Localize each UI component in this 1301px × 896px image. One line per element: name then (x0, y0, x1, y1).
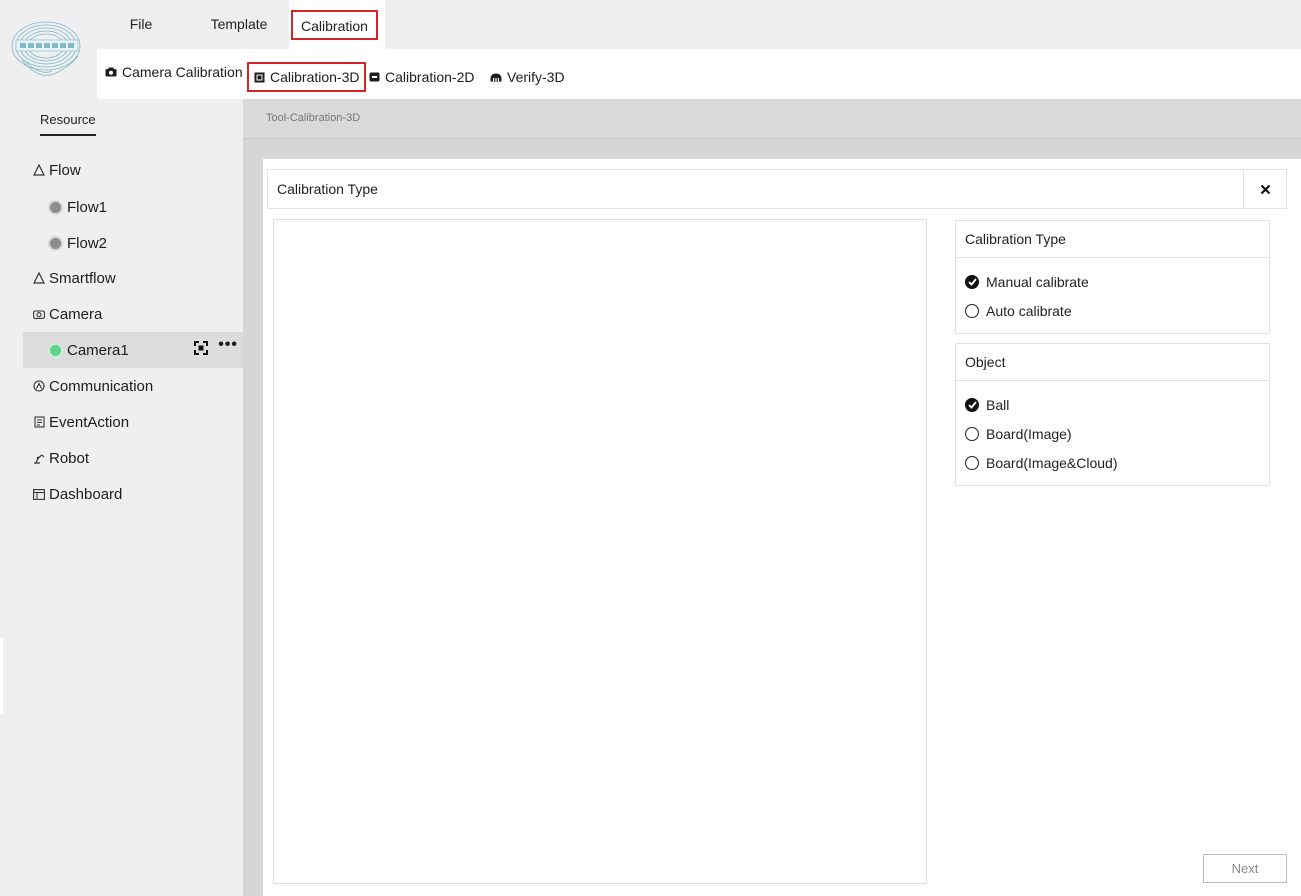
calibration-type-group: Calibration Type Manual calibrate Auto c… (955, 220, 1270, 334)
group-title: Object (956, 344, 1269, 381)
option-board-image-cloud[interactable]: Board(Image&Cloud) (965, 455, 1118, 471)
calibration-panel: Calibration Type Calibration Type Manual… (263, 159, 1301, 896)
close-button[interactable] (1243, 170, 1286, 208)
option-auto-calibrate[interactable]: Auto calibrate (965, 303, 1072, 319)
smartflow-icon (32, 271, 46, 285)
sidebar-edge (0, 639, 3, 713)
sidebar-item-label: Smartflow (49, 269, 116, 287)
sidebar-item-flow2[interactable]: Flow2 (0, 225, 243, 261)
panel-header: Calibration Type (267, 169, 1287, 209)
option-manual-calibrate[interactable]: Manual calibrate (965, 274, 1089, 290)
option-label: Board(Image) (986, 426, 1072, 442)
sidebar-item-label: Robot (49, 449, 90, 467)
status-dot (50, 344, 61, 356)
calibration-3d-button[interactable]: Calibration-3D (247, 62, 367, 92)
event-icon (32, 415, 46, 429)
sidebar: Resource Flow Flow1 Flow2 Smartflow Came… (0, 99, 243, 896)
menu-calibration[interactable]: Calibration (291, 10, 378, 40)
verify-3d-button[interactable]: Verify-3D (490, 52, 565, 102)
main-area: Tool-Calibration-3D Calibration Type Cal… (243, 99, 1301, 896)
radio-unchecked-icon[interactable] (965, 456, 979, 470)
sidebar-item-flow[interactable]: Flow (0, 152, 243, 188)
sidebar-item-eventaction[interactable]: EventAction (0, 404, 243, 440)
calibration-2d-button[interactable]: Calibration-2D (369, 52, 474, 102)
object-group: Object Ball Board(Image) Board(Image&Clo… (955, 343, 1270, 486)
group-title: Calibration Type (956, 221, 1269, 258)
toolbar: Camera Calibration Calibration-3D Calibr… (97, 49, 1301, 99)
radio-unchecked-icon[interactable] (965, 427, 979, 441)
status-dot (50, 201, 61, 213)
menu-template[interactable]: Template (204, 0, 274, 49)
dome-icon (490, 73, 502, 81)
breadcrumb-bar: Tool-Calibration-3D (243, 99, 1301, 139)
sidebar-item-label: Flow (49, 161, 81, 179)
menu-bar: File Template Calibration (0, 0, 1301, 49)
verify-3d-label: Verify-3D (507, 69, 565, 85)
option-ball[interactable]: Ball (965, 397, 1009, 413)
next-button[interactable]: Next (1203, 854, 1287, 883)
flow-icon (32, 163, 46, 177)
sidebar-item-label: Flow1 (67, 198, 108, 216)
sidebar-item-camera[interactable]: Camera (0, 296, 243, 332)
calendar-2d-icon (369, 72, 380, 82)
radio-checked-icon[interactable] (965, 275, 979, 289)
menu-file[interactable]: File (118, 0, 164, 49)
sidebar-item-flow1[interactable]: Flow1 (0, 189, 243, 225)
status-dot (50, 237, 61, 249)
sidebar-item-label: Flow2 (67, 234, 108, 252)
preview-area (273, 219, 927, 884)
option-label: Ball (986, 397, 1010, 413)
option-label: Auto calibrate (986, 303, 1072, 319)
sidebar-item-communication[interactable]: Communication (0, 368, 243, 404)
tab-resource[interactable]: Resource (40, 112, 96, 136)
sidebar-item-robot[interactable]: Robot (0, 440, 243, 476)
option-board-image[interactable]: Board(Image) (965, 426, 1072, 442)
sidebar-item-label: Camera1 (67, 341, 129, 359)
camera-calibration-button[interactable]: Camera Calibration (105, 47, 243, 97)
panel-title: Calibration Type (277, 181, 378, 197)
sidebar-item-camera1[interactable]: Camera1 ••• (23, 332, 243, 368)
scan-icon[interactable] (194, 341, 209, 355)
option-label: Board(Image&Cloud) (986, 455, 1118, 471)
sidebar-item-label: EventAction (49, 413, 130, 431)
breadcrumb: Tool-Calibration-3D (266, 112, 361, 124)
close-icon (1260, 184, 1270, 194)
row-actions: ••• (194, 337, 238, 355)
more-options-icon[interactable]: ••• (218, 337, 238, 353)
robot-icon (32, 451, 46, 465)
camera-icon (32, 307, 46, 321)
cube-icon (254, 72, 265, 82)
radio-checked-icon[interactable] (965, 398, 979, 412)
calibration-3d-label: Calibration-3D (270, 69, 360, 85)
sidebar-item-dashboard[interactable]: Dashboard (0, 476, 243, 512)
app-logo (11, 21, 81, 76)
communication-icon (32, 379, 46, 393)
sidebar-item-smartflow[interactable]: Smartflow (0, 260, 243, 296)
sidebar-item-label: Dashboard (49, 485, 123, 503)
sidebar-item-label: Camera (49, 305, 103, 323)
sidebar-item-label: Communication (49, 377, 154, 395)
radio-unchecked-icon[interactable] (965, 304, 979, 318)
option-label: Manual calibrate (986, 274, 1089, 290)
camera-calibration-label: Camera Calibration (122, 64, 243, 80)
dashboard-icon (32, 487, 46, 501)
calibration-2d-label: Calibration-2D (385, 69, 475, 85)
camera-icon (105, 67, 117, 77)
